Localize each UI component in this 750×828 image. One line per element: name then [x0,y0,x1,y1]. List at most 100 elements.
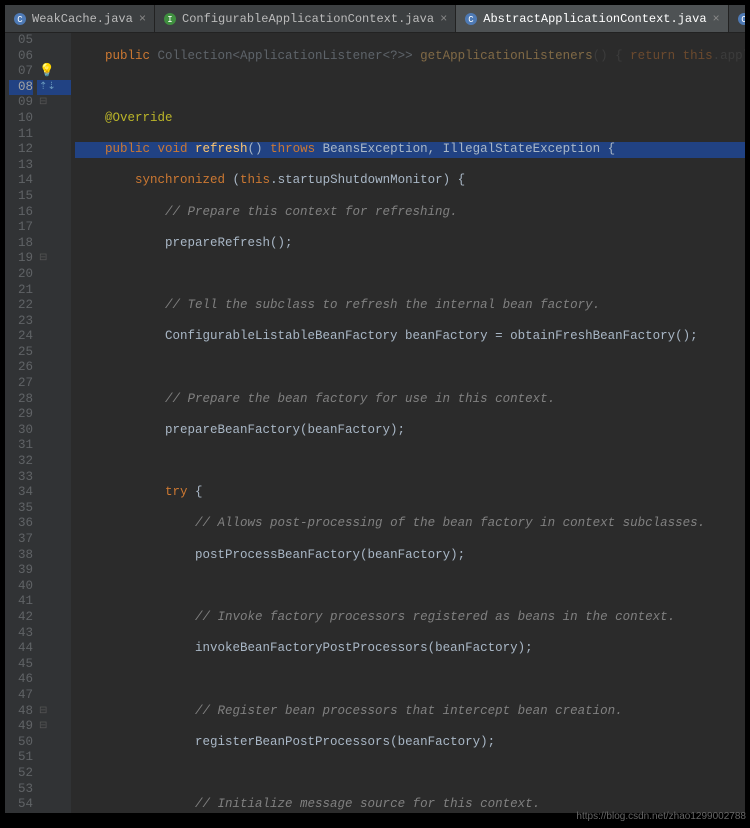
line-number: 43 [9,626,33,642]
code-line: // Prepare the bean factory for use in t… [75,392,745,408]
line-number: 36 [9,516,33,532]
line-number: 53 [9,782,33,798]
line-number: 14 [9,173,33,189]
line-number: 21 [9,283,33,299]
line-number: 30 [9,423,33,439]
line-number: 23 [9,314,33,330]
close-icon[interactable]: × [713,12,720,26]
line-number: 32 [9,454,33,470]
line-number: 17 [9,220,33,236]
line-number: 19 [9,251,33,267]
close-icon[interactable]: × [440,12,447,26]
line-number: 10 [9,111,33,127]
line-number: 37 [9,532,33,548]
tab-label: WeakCache.java [32,12,133,26]
tab-label: AbstractApplicationContext.java [483,12,706,26]
fold-icon[interactable]: ⊟ [39,719,47,735]
gutter-marks: 💡 ⇡⇣ ⊟ ⊟ ⊟ ⊟ [37,33,71,813]
code-area[interactable]: 05 06 07 08 09 10 11 12 13 14 15 16 17 1… [5,33,745,813]
code-line [75,672,745,688]
svg-text:I: I [167,15,172,25]
code-line: postProcessBeanFactory(beanFactory); [75,548,745,564]
line-number: 50 [9,735,33,751]
fold-icon[interactable]: ⊟ [39,95,47,111]
line-number: 29 [9,407,33,423]
line-number: 45 [9,657,33,673]
code-line: prepareRefresh(); [75,236,745,252]
code-line [75,579,745,595]
line-number: 15 [9,189,33,205]
line-number: 20 [9,267,33,283]
svg-text:C: C [469,15,475,25]
line-number: 28 [9,392,33,408]
java-class-icon: C [464,12,478,26]
line-number: 44 [9,641,33,657]
line-number: 24 [9,329,33,345]
java-interface-icon: I [163,12,177,26]
line-number: 48 [9,704,33,720]
code-line: public Collection<ApplicationListener<?>… [75,49,745,65]
line-number: 47 [9,688,33,704]
code-line: @Override [75,111,745,127]
code-line: invokeBeanFactoryPostProcessors(beanFact… [75,641,745,657]
svg-text:C: C [741,15,745,25]
code-line: // Tell the subclass to refresh the inte… [75,298,745,314]
tab-embeddedwe[interactable]: C EmbeddedWe [729,5,745,32]
java-class-icon: C [13,12,27,26]
code-line: ConfigurableListableBeanFactory beanFact… [75,329,745,345]
line-number: 38 [9,548,33,564]
line-number: 07 [9,64,33,80]
line-number: 06 [9,49,33,65]
line-number: 33 [9,470,33,486]
line-number: 51 [9,750,33,766]
line-number: 12 [9,142,33,158]
tab-weakcache[interactable]: C WeakCache.java × [5,5,155,32]
line-number: 08 [9,80,33,96]
code-line [75,80,745,96]
lightbulb-icon[interactable]: 💡 [39,64,55,80]
line-number: 22 [9,298,33,314]
line-number: 41 [9,594,33,610]
svg-text:C: C [17,15,23,25]
java-class-icon: C [737,12,745,26]
code-line: // Invoke factory processors registered … [75,610,745,626]
fold-icon[interactable]: ⊟ [39,704,47,720]
line-number: 16 [9,205,33,221]
line-number: 49 [9,719,33,735]
code-line [75,267,745,283]
watermark: https://blog.csdn.net/zhao1299002788 [576,811,746,822]
code-line [75,360,745,376]
line-number: 35 [9,501,33,517]
line-number: 42 [9,610,33,626]
code-line: try { [75,485,745,501]
tab-configurableappctx[interactable]: I ConfigurableApplicationContext.java × [155,5,456,32]
code-content[interactable]: public Collection<ApplicationListener<?>… [71,33,745,813]
override-down-icon[interactable]: ⇣ [47,80,55,96]
code-line-current: public void refresh() throws BeansExcept… [75,142,745,158]
line-number: 46 [9,672,33,688]
line-number: 18 [9,236,33,252]
override-up-icon[interactable]: ⇡ [39,80,47,96]
line-number-gutter: 05 06 07 08 09 10 11 12 13 14 15 16 17 1… [5,33,37,813]
editor-frame: C WeakCache.java × I ConfigurableApplica… [4,4,746,814]
fold-icon[interactable]: ⊟ [39,251,47,267]
line-number: 27 [9,376,33,392]
line-number: 05 [9,33,33,49]
close-icon[interactable]: × [139,12,146,26]
line-number: 11 [9,127,33,143]
tab-abstractappctx[interactable]: C AbstractApplicationContext.java × [456,5,728,32]
code-line: prepareBeanFactory(beanFactory); [75,423,745,439]
line-number: 31 [9,438,33,454]
code-line [75,454,745,470]
line-number: 25 [9,345,33,361]
tab-label: ConfigurableApplicationContext.java [182,12,434,26]
code-line: registerBeanPostProcessors(beanFactory); [75,735,745,751]
code-line: // Allows post-processing of the bean fa… [75,516,745,532]
line-number: 34 [9,485,33,501]
line-number: 09 [9,95,33,111]
code-line [75,766,745,782]
line-number: 26 [9,360,33,376]
code-line: // Prepare this context for refreshing. [75,205,745,221]
line-number: 54 [9,797,33,813]
tab-bar: C WeakCache.java × I ConfigurableApplica… [5,5,745,33]
